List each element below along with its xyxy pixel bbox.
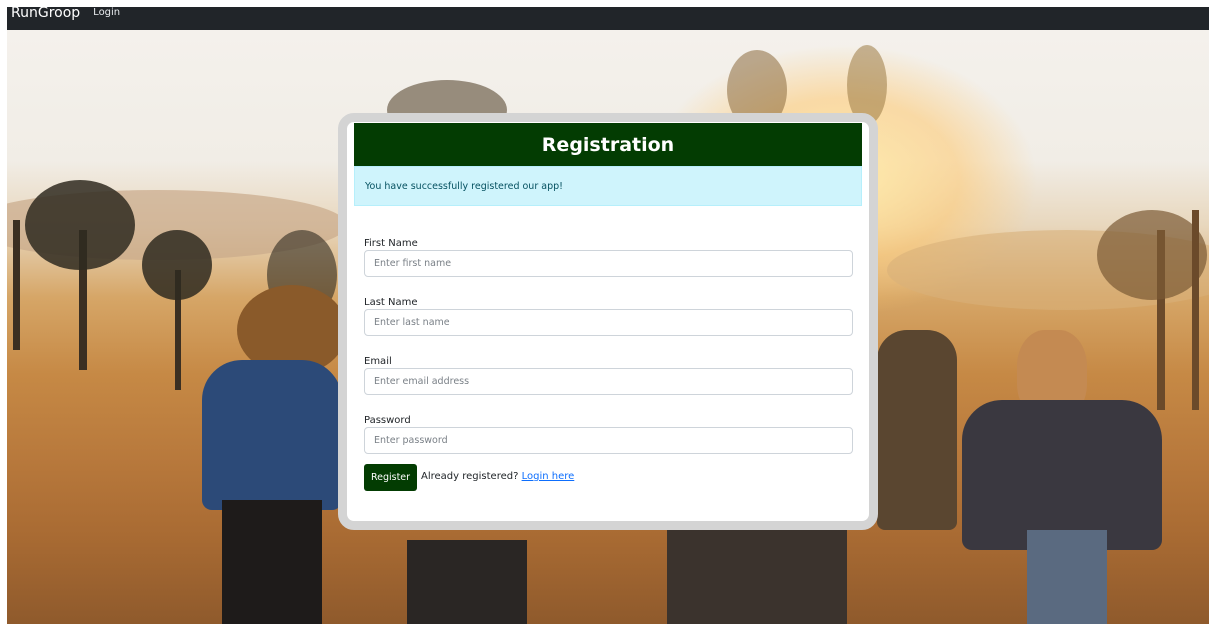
brand-logo[interactable]: RunGroop (11, 6, 80, 20)
email-input[interactable] (364, 368, 853, 395)
person-silhouette (962, 400, 1162, 550)
top-navbar: RunGroop Login (7, 6, 1209, 30)
registration-card: Registration You have successfully regis… (338, 113, 878, 530)
background-tree (13, 220, 20, 350)
person-silhouette (407, 540, 527, 624)
nav-link-login[interactable]: Login (93, 7, 120, 19)
password-label: Password (364, 415, 411, 426)
password-input[interactable] (364, 427, 853, 454)
login-prompt-text: Already registered? (421, 471, 519, 482)
registration-title: Registration (354, 123, 862, 166)
background-tree (1192, 210, 1199, 410)
first-name-label: First Name (364, 238, 418, 249)
person-silhouette (667, 530, 847, 624)
login-prompt: Already registered? Login here (421, 471, 574, 482)
first-name-input[interactable] (364, 250, 853, 277)
last-name-input[interactable] (364, 309, 853, 336)
email-label: Email (364, 356, 392, 367)
register-button[interactable]: Register (364, 464, 417, 491)
person-silhouette (877, 330, 957, 530)
success-alert: You have successfully registered our app… (354, 166, 862, 206)
last-name-label: Last Name (364, 297, 418, 308)
person-silhouette (1027, 530, 1107, 624)
background-tree (25, 180, 135, 270)
person-silhouette (222, 500, 322, 624)
person-silhouette (202, 360, 342, 510)
login-here-link[interactable]: Login here (522, 471, 575, 482)
background-tree (142, 230, 212, 300)
background-tree (1097, 210, 1207, 300)
